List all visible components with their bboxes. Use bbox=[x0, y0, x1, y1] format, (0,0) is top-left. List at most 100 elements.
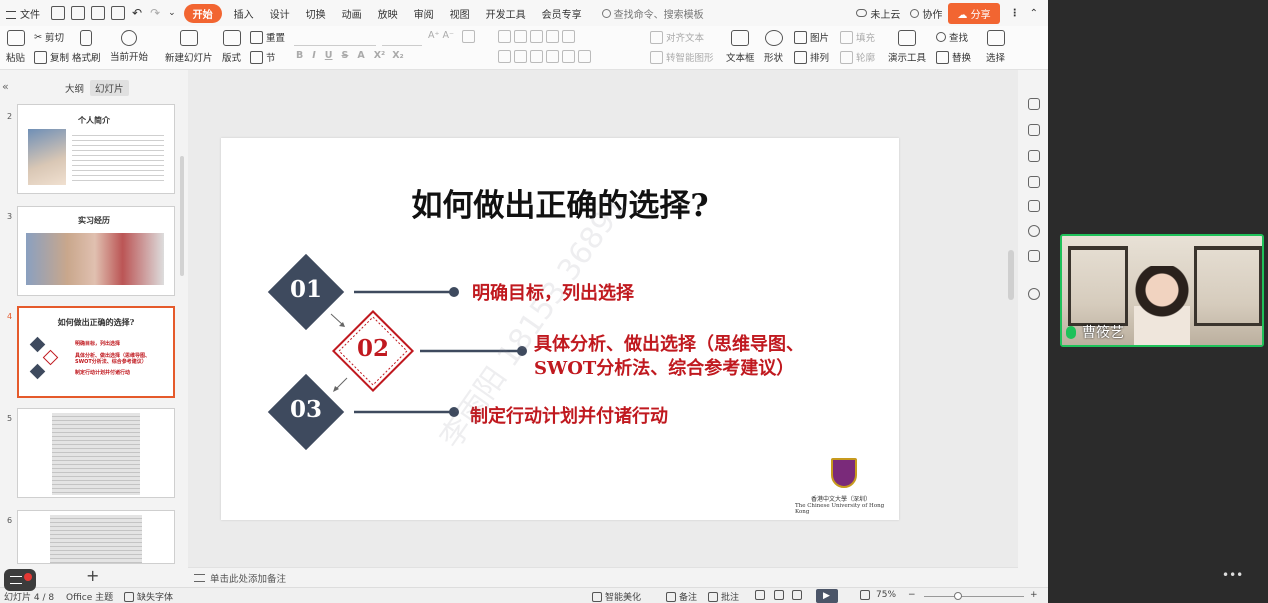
shape-button[interactable]: 形状 bbox=[764, 30, 783, 64]
tab-review[interactable]: 审阅 bbox=[406, 6, 442, 21]
smart-beautify-button[interactable]: 智能美化 bbox=[592, 590, 641, 603]
book-icon[interactable] bbox=[1028, 250, 1040, 262]
tab-developer[interactable]: 开发工具 bbox=[478, 6, 534, 21]
command-search[interactable]: 查找命令、搜索模板 bbox=[601, 6, 704, 21]
arrange-button[interactable]: 排列 bbox=[794, 50, 829, 64]
italic-button[interactable]: I bbox=[312, 50, 316, 61]
new-slide-button[interactable]: 新建幻灯片 bbox=[165, 30, 213, 64]
collapse-ribbon-icon[interactable]: ⌃ bbox=[1030, 8, 1038, 19]
columns-icon[interactable] bbox=[578, 50, 591, 63]
transition-icon[interactable] bbox=[1028, 176, 1040, 188]
textbox-button[interactable]: 文本框 bbox=[726, 30, 755, 64]
tab-home[interactable]: 开始 bbox=[183, 3, 222, 23]
print-icon[interactable] bbox=[91, 6, 105, 20]
cloud-status[interactable]: 未上云 bbox=[856, 6, 900, 21]
align-left-icon[interactable] bbox=[498, 50, 511, 63]
play-current-button[interactable]: 当前开始 bbox=[110, 30, 148, 63]
reading-view-button[interactable] bbox=[792, 590, 805, 600]
tab-slides[interactable]: 幻灯片 bbox=[90, 80, 129, 96]
undo-icon[interactable]: ↶ bbox=[132, 6, 142, 20]
tab-transition[interactable]: 切换 bbox=[298, 6, 334, 21]
align-right-icon[interactable] bbox=[530, 50, 543, 63]
find-button[interactable]: 查找 bbox=[936, 30, 968, 44]
font-color-button[interactable]: A bbox=[357, 50, 364, 61]
export-pdf-icon[interactable] bbox=[71, 6, 85, 20]
convert-smartart-button[interactable]: 转智能图形 bbox=[650, 50, 714, 64]
replace-button[interactable]: 替换 bbox=[936, 50, 971, 64]
copy-button[interactable]: 复制 bbox=[34, 50, 69, 64]
pin-icon[interactable] bbox=[1028, 150, 1040, 162]
more-menu-icon[interactable]: ⋮ bbox=[1010, 8, 1020, 19]
tab-design[interactable]: 设计 bbox=[262, 6, 298, 21]
file-menu[interactable]: 文件 bbox=[0, 6, 48, 21]
add-slide-button[interactable]: + bbox=[86, 566, 99, 585]
current-slide[interactable]: 如何做出正确的选择? 01 02 03 明确目标，列出选择 具体分析、做出选择（… bbox=[221, 138, 899, 520]
comments-toggle[interactable]: 批注 bbox=[708, 590, 739, 603]
zoom-level[interactable]: 75% bbox=[876, 590, 896, 600]
zoom-slider[interactable] bbox=[924, 596, 1024, 597]
canvas-scrollbar[interactable] bbox=[1008, 250, 1014, 300]
fill-button[interactable]: 填充 bbox=[840, 30, 875, 44]
slide-thumbnail-5[interactable] bbox=[17, 408, 175, 498]
print-preview-icon[interactable] bbox=[111, 6, 125, 20]
subscript-button[interactable]: X₂ bbox=[392, 50, 404, 61]
missing-font-button[interactable]: 缺失字体 bbox=[124, 590, 173, 603]
slide-thumbnail-4[interactable]: 如何做出正确的选择? 明确目标，列出选择 具体分析、做出选择（思维导图、 SWO… bbox=[17, 306, 175, 398]
font-name-select[interactable] bbox=[294, 32, 376, 46]
collaborate-button[interactable]: 协作 bbox=[910, 6, 942, 21]
fit-window-button[interactable] bbox=[860, 590, 873, 600]
normal-view-button[interactable] bbox=[755, 590, 768, 600]
floating-recorder-button[interactable] bbox=[4, 569, 36, 591]
tab-outline[interactable]: 大纲 bbox=[60, 80, 89, 96]
notes-toggle[interactable]: 备注 bbox=[666, 590, 697, 603]
picture-button[interactable]: 图片 bbox=[794, 30, 829, 44]
tab-slideshow[interactable]: 放映 bbox=[370, 6, 406, 21]
grow-font-button[interactable]: A⁺ A⁻ bbox=[428, 30, 454, 41]
outline-button[interactable]: 轮廓 bbox=[840, 50, 875, 64]
adjust-icon[interactable] bbox=[1028, 124, 1040, 136]
zoom-in-button[interactable]: + bbox=[1030, 590, 1038, 600]
tab-member[interactable]: 会员专享 bbox=[534, 6, 590, 21]
thumbnail-scrollbar[interactable] bbox=[180, 156, 184, 276]
presentation-tools-button[interactable]: 演示工具 bbox=[888, 30, 926, 64]
clear-format-button[interactable] bbox=[462, 30, 478, 43]
layout-button[interactable]: 版式 bbox=[222, 30, 241, 64]
select-button[interactable]: 选择 bbox=[986, 30, 1005, 64]
picture-pane-icon[interactable] bbox=[1028, 200, 1040, 212]
slide-thumbnail-2[interactable]: 个人简介 bbox=[17, 104, 175, 194]
bold-button[interactable]: B bbox=[296, 50, 303, 61]
theme-name[interactable]: Office 主题 bbox=[66, 590, 113, 603]
slide-thumbnail-6[interactable] bbox=[17, 510, 175, 564]
align-center-icon[interactable] bbox=[514, 50, 527, 63]
underline-button[interactable]: U bbox=[325, 50, 333, 61]
zoom-out-button[interactable]: − bbox=[908, 590, 916, 600]
bullets-icon[interactable] bbox=[498, 30, 511, 43]
tab-insert[interactable]: 插入 bbox=[226, 6, 262, 21]
help-icon[interactable] bbox=[1028, 288, 1040, 300]
slide-thumbnail-3[interactable]: 实习经历 bbox=[17, 206, 175, 296]
redo-icon[interactable]: ↷ bbox=[150, 6, 160, 20]
superscript-button[interactable]: X² bbox=[374, 50, 386, 61]
save-icon[interactable] bbox=[51, 6, 65, 20]
indent-icon[interactable] bbox=[530, 30, 543, 43]
align-text-button[interactable]: 对齐文本 bbox=[650, 30, 704, 44]
paste-button[interactable]: 粘贴 bbox=[6, 30, 25, 64]
sorter-view-button[interactable] bbox=[774, 590, 787, 600]
section-button[interactable]: 节 bbox=[250, 50, 276, 64]
font-size-select[interactable] bbox=[382, 32, 422, 46]
play-slideshow-button[interactable]: ▶ bbox=[816, 589, 838, 603]
format-painter-button[interactable]: 格式刷 bbox=[72, 30, 101, 64]
strike-button[interactable]: S bbox=[342, 50, 349, 61]
notes-bar[interactable]: 单击此处添加备注 bbox=[188, 567, 1018, 587]
tab-view[interactable]: 视图 bbox=[442, 6, 478, 21]
more-options-icon[interactable]: ••• bbox=[1222, 568, 1243, 582]
participant-video-tile[interactable]: 曹筱艺 bbox=[1060, 234, 1264, 347]
zoom-slider-thumb[interactable] bbox=[954, 592, 962, 600]
location-icon[interactable] bbox=[1028, 225, 1040, 237]
distribute-icon[interactable] bbox=[562, 50, 575, 63]
numbering-icon[interactable] bbox=[514, 30, 527, 43]
reset-button[interactable]: 重置 bbox=[250, 30, 285, 44]
share-button[interactable]: ☁ 分享 bbox=[948, 2, 1000, 24]
animation-pane-icon[interactable] bbox=[1028, 98, 1040, 110]
line-spacing-icon[interactable] bbox=[562, 30, 575, 43]
